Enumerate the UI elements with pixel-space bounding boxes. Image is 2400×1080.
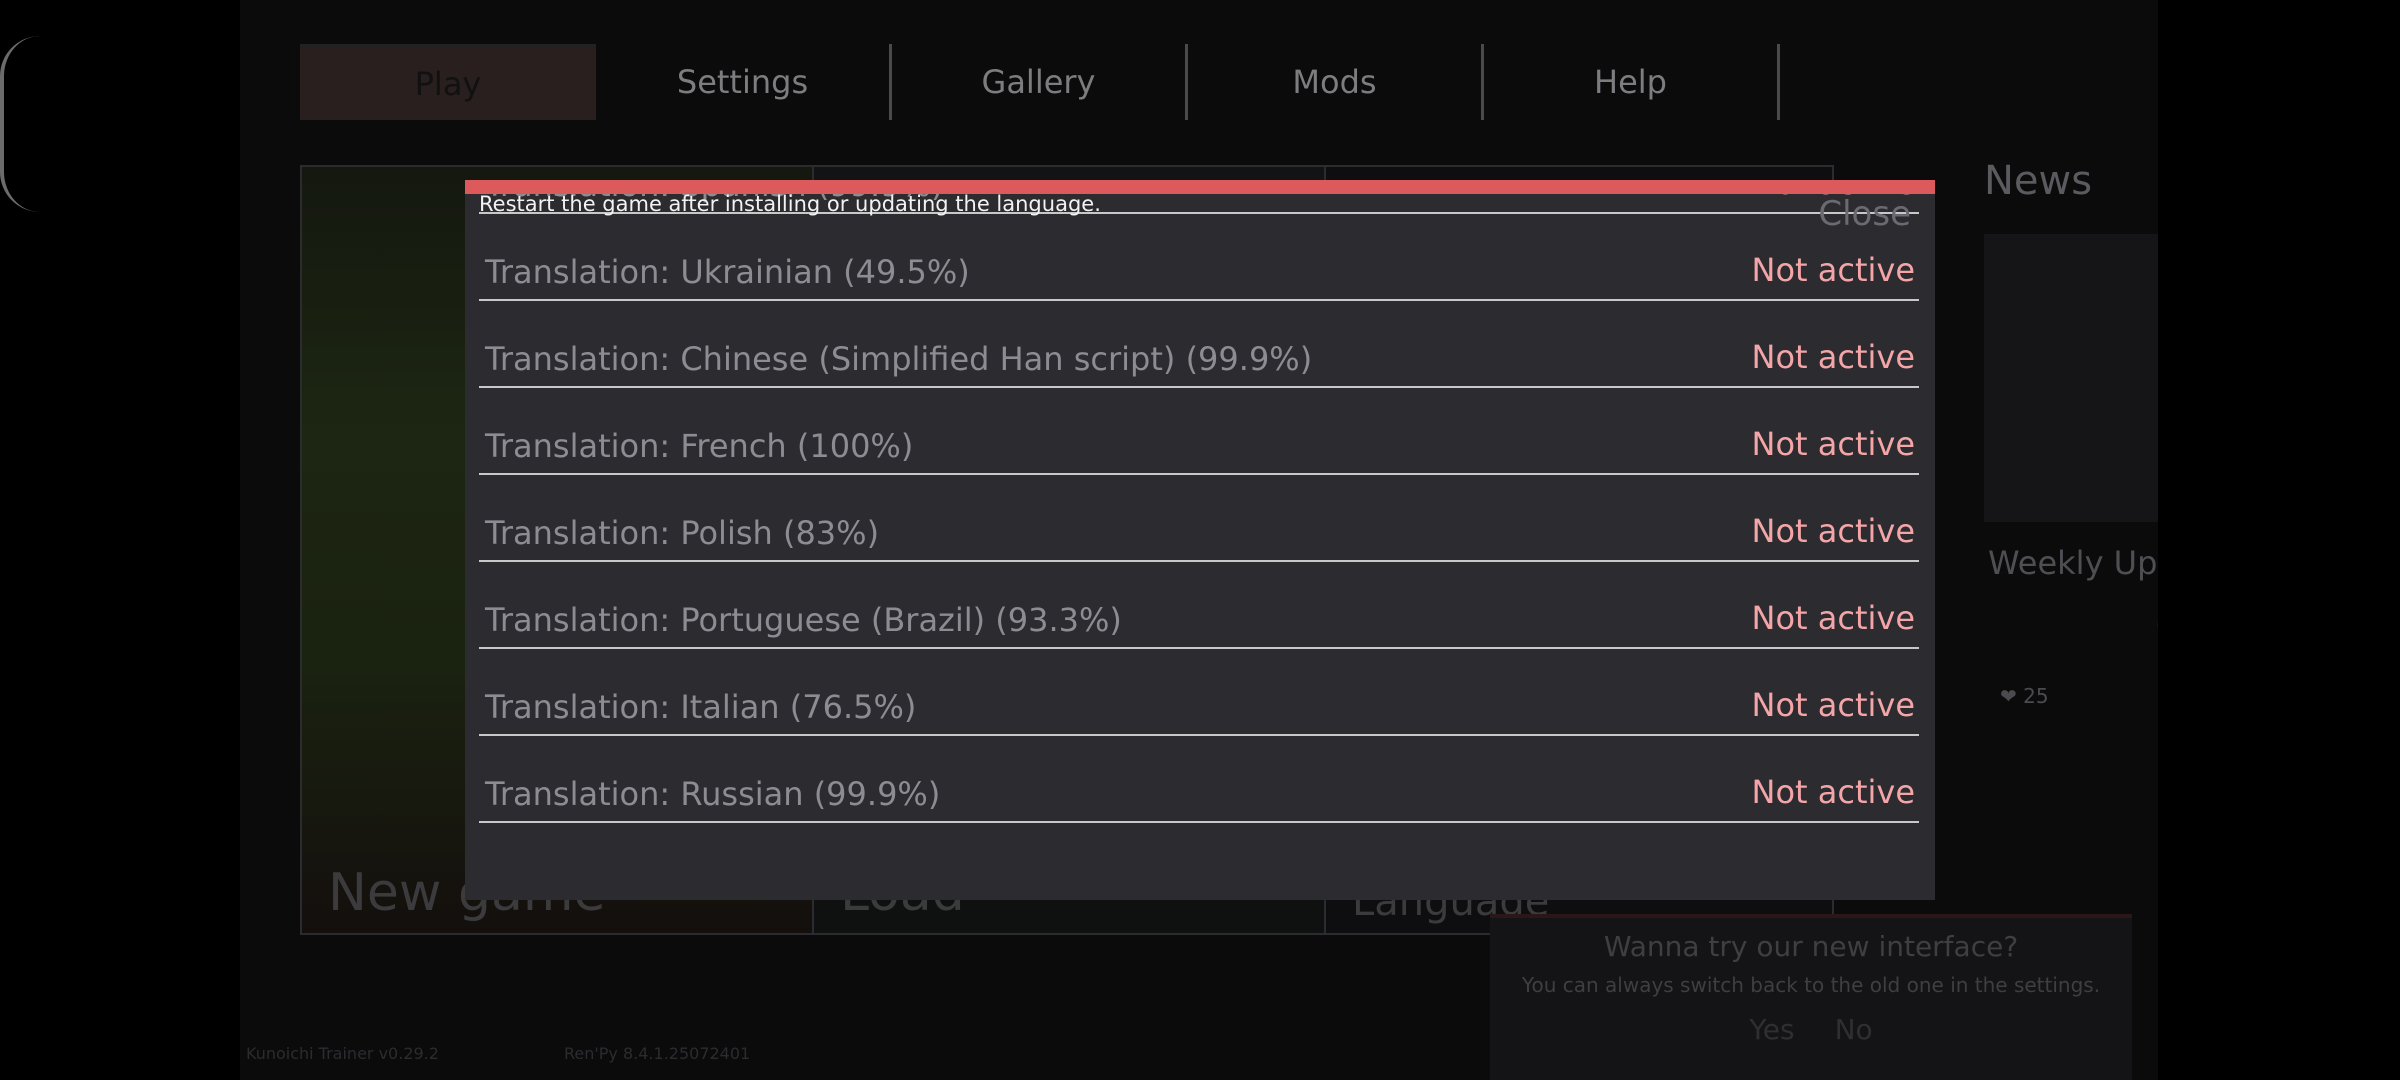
translation-label: Translation: French (100%) xyxy=(485,427,914,465)
tab-settings[interactable]: Settings xyxy=(596,44,892,120)
translation-status[interactable]: Not active xyxy=(1752,338,1916,376)
translation-row[interactable]: Translation: Ukrainian (49.5%) Not activ… xyxy=(479,214,1919,301)
translation-label: Translation: Portuguese (Brazil) (93.3%) xyxy=(485,601,1122,639)
renpy-version: Ren'Py 8.4.1.25072401 xyxy=(564,1044,751,1063)
left-black-band xyxy=(0,0,240,1080)
translation-status[interactable]: Not active xyxy=(1752,686,1916,724)
prompt-title: Wanna try our new interface? xyxy=(1603,930,2019,963)
tab-gallery[interactable]: Gallery xyxy=(892,44,1188,120)
top-menu: Play Settings Gallery Mods Help xyxy=(300,44,1780,120)
translation-status[interactable]: Not active xyxy=(1752,599,1916,637)
new-interface-prompt: Wanna try our new interface? You can alw… xyxy=(1490,914,2132,1080)
restart-notice: Restart the game after installing or upd… xyxy=(479,192,1101,216)
translation-label: Translation: Russian (99.9%) xyxy=(485,775,941,813)
translation-row[interactable]: Translation: Polish (83%) Not active xyxy=(479,475,1919,562)
translation-label: Translation: Chinese (Simplified Han scr… xyxy=(485,340,1313,378)
prompt-subtitle: You can always switch back to the old on… xyxy=(1521,973,2101,997)
tab-mods[interactable]: Mods xyxy=(1188,44,1484,120)
tab-play[interactable]: Play xyxy=(300,44,596,120)
translation-label: Translation: Polish (83%) xyxy=(485,514,880,552)
edge-arc-decoration xyxy=(0,36,44,212)
right-black-band xyxy=(2158,0,2400,1080)
translation-row[interactable]: Translation: French (100%) Not active xyxy=(479,388,1919,475)
tab-help[interactable]: Help xyxy=(1484,44,1780,120)
language-modal: Translation: Spanish (99.9%) Not active … xyxy=(465,180,1935,900)
translation-row[interactable]: Translation: Russian (99.9%) Not active xyxy=(479,736,1919,823)
game-version: Kunoichi Trainer v0.29.2 xyxy=(246,1044,439,1063)
translation-row[interactable]: Translation: Portuguese (Brazil) (93.3%)… xyxy=(479,562,1919,649)
close-button[interactable]: Close xyxy=(1818,194,1911,234)
translation-label: Translation: Italian (76.5%) xyxy=(485,688,917,726)
translation-status[interactable]: Not active xyxy=(1752,251,1916,289)
translation-label: Translation: Ukrainian (49.5%) xyxy=(485,253,970,291)
translation-status[interactable]: Not active xyxy=(1752,773,1916,811)
translation-row[interactable]: Translation: Italian (76.5%) Not active xyxy=(479,649,1919,736)
news-heading: News xyxy=(1984,158,2093,204)
prompt-buttons: Yes No xyxy=(1490,1013,2132,1046)
translation-status[interactable]: Not active xyxy=(1752,512,1916,550)
translation-status[interactable]: Not active xyxy=(1752,425,1916,463)
translation-row[interactable]: Translation: Chinese (Simplified Han scr… xyxy=(479,301,1919,388)
yes-button[interactable]: Yes xyxy=(1749,1013,1794,1046)
news-likes: ❤ 25 xyxy=(2000,684,2049,708)
news-card-image[interactable] xyxy=(1984,234,2164,522)
news-headline[interactable]: Weekly Upd xyxy=(1988,544,2160,582)
no-button[interactable]: No xyxy=(1835,1013,1873,1046)
